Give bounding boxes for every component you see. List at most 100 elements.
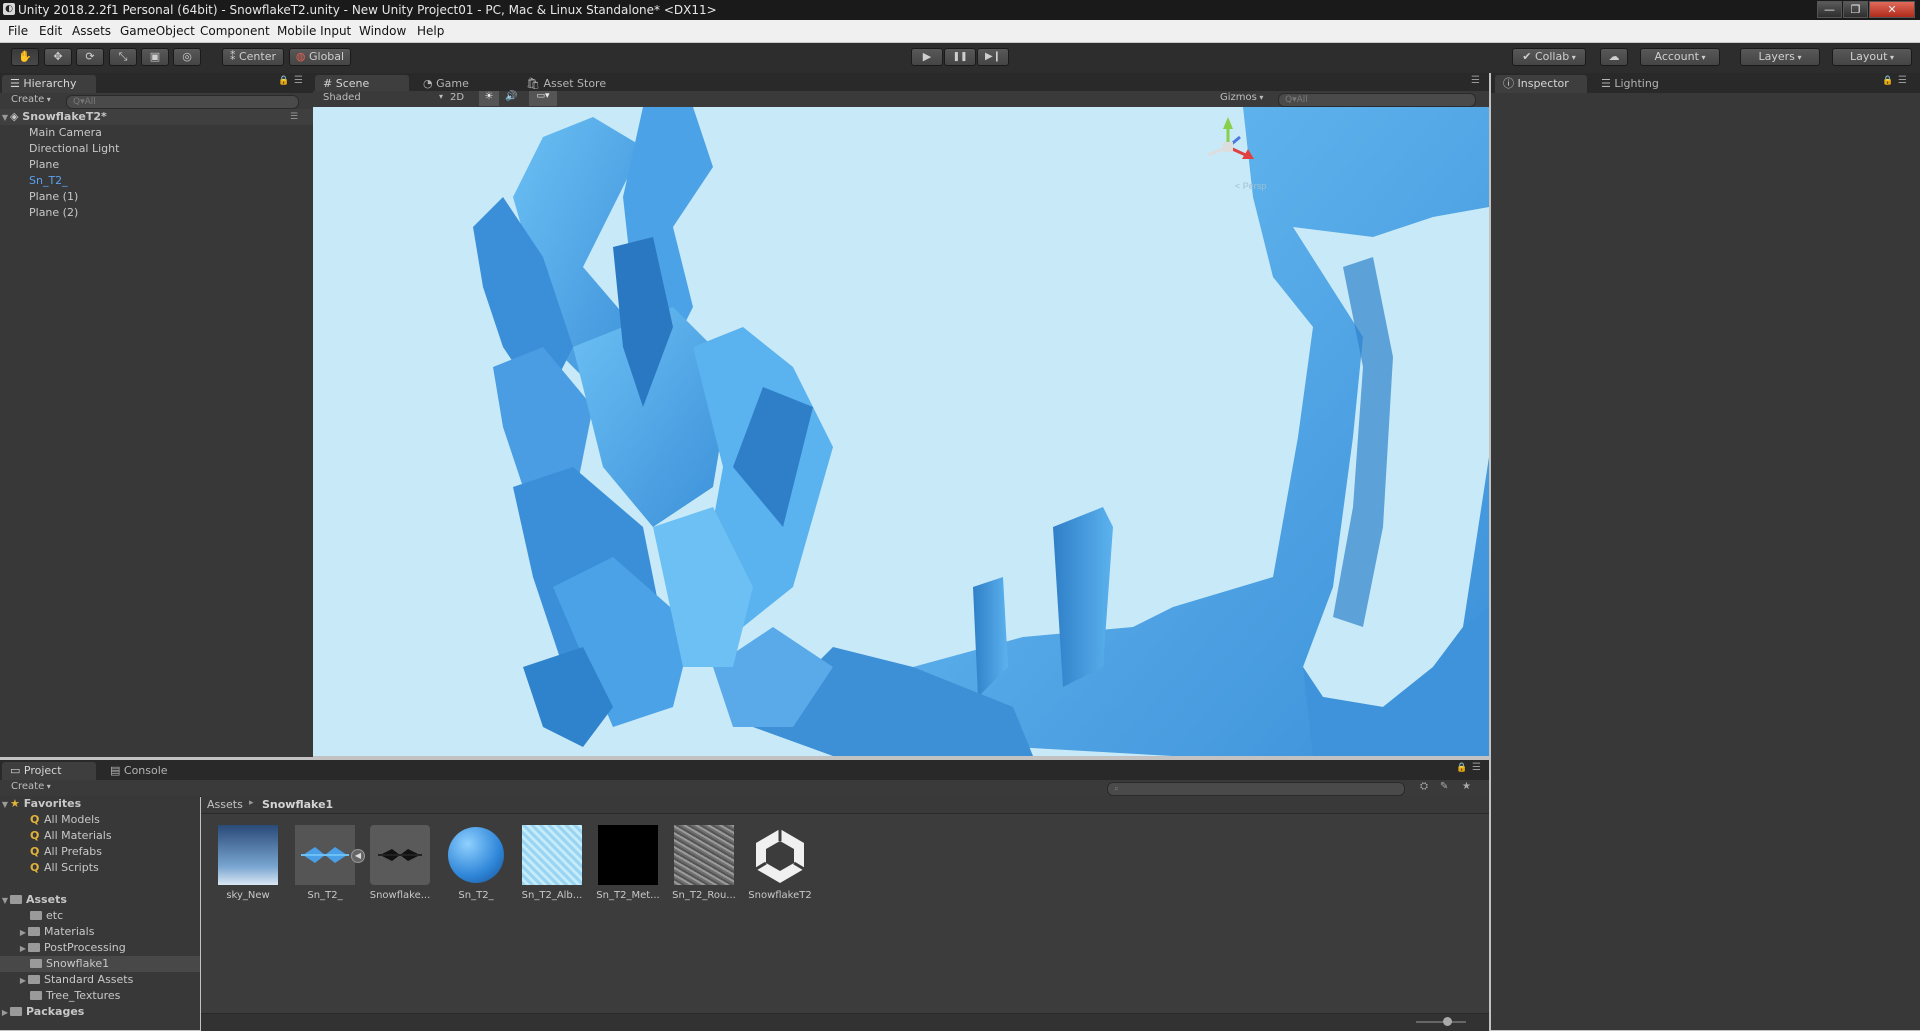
- folder-postprocessing[interactable]: ▶ PostProcessing: [0, 940, 218, 956]
- expand-arrow-icon[interactable]: ▶: [0, 1005, 10, 1021]
- layers-dropdown[interactable]: Layers: [1740, 48, 1820, 66]
- scene-menu-icon[interactable]: ☰: [290, 109, 298, 125]
- hierarchy-item-sn-t2[interactable]: Sn_T2_: [0, 173, 342, 189]
- space-toggle[interactable]: ◍ Global: [289, 48, 351, 66]
- menu-mobile-input[interactable]: Mobile Input: [277, 24, 351, 38]
- zoom-slider-handle[interactable]: [1443, 1017, 1452, 1026]
- tab-lighting[interactable]: ☰ Lighting: [1593, 75, 1675, 93]
- menu-component[interactable]: Component: [200, 24, 270, 38]
- menu-file[interactable]: File: [8, 24, 28, 38]
- scene-panel-menu-icon[interactable]: ☰: [1471, 75, 1480, 86]
- asset-sky-new-thumb[interactable]: [218, 825, 278, 885]
- hierarchy-search-input[interactable]: Q▾All: [66, 95, 299, 109]
- tab-console[interactable]: ▤ Console: [102, 762, 182, 780]
- favorites-header[interactable]: ▼ ★ Favorites: [0, 796, 200, 812]
- folder-snowflake1[interactable]: Snowflake1: [0, 956, 200, 972]
- hierarchy-create-button[interactable]: Create: [11, 94, 51, 105]
- menu-help[interactable]: Help: [417, 24, 444, 38]
- project-create-button[interactable]: Create: [11, 781, 51, 792]
- favorite-all-models[interactable]: Q All Models: [0, 812, 230, 828]
- asset-snowflake-mesh-thumb[interactable]: [370, 825, 430, 885]
- panel-menu-icon[interactable]: ☰: [294, 75, 303, 86]
- favorite-all-materials[interactable]: Q All Materials: [0, 828, 230, 844]
- effects-toggle-icon[interactable]: ▭▾: [529, 91, 557, 106]
- asset-snowflaket2-scene-thumb[interactable]: [750, 825, 810, 885]
- favorite-all-prefabs[interactable]: Q All Prefabs: [0, 844, 230, 860]
- hierarchy-item-main-camera[interactable]: Main Camera: [0, 125, 342, 141]
- tab-inspector-label: Inspector: [1517, 77, 1569, 90]
- audio-toggle-icon[interactable]: 🔊: [505, 91, 517, 102]
- close-button[interactable]: ✕: [1869, 1, 1915, 18]
- rotate-tool-button[interactable]: ⟳: [76, 48, 104, 66]
- step-button[interactable]: ▶❙: [977, 48, 1009, 66]
- expand-arrow-icon[interactable]: ▼: [0, 797, 10, 813]
- project-menu-icon[interactable]: ☰: [1472, 762, 1481, 773]
- asset-roughness-texture-thumb[interactable]: [674, 825, 734, 885]
- inspector-menu-icon[interactable]: ☰: [1898, 75, 1907, 86]
- tab-hierarchy[interactable]: ☰ Hierarchy: [2, 75, 96, 93]
- expand-arrow-icon[interactable]: ▶: [18, 925, 28, 941]
- minimize-button[interactable]: —: [1817, 1, 1842, 18]
- maximize-button[interactable]: ❐: [1843, 1, 1868, 18]
- filter-by-label-icon[interactable]: ✎: [1440, 781, 1448, 792]
- tab-game-label: Game: [436, 77, 469, 90]
- persp-label[interactable]: < Persp: [1235, 181, 1266, 191]
- assets-header[interactable]: ▼ Assets: [0, 892, 200, 908]
- collab-dropdown[interactable]: ✔ Collab: [1512, 48, 1586, 66]
- scale-tool-button[interactable]: ⤡: [109, 48, 137, 66]
- breadcrumb-snowflake1[interactable]: Snowflake1: [262, 798, 333, 811]
- layout-dropdown[interactable]: Layout: [1832, 48, 1912, 66]
- menu-edit[interactable]: Edit: [39, 24, 62, 38]
- scene-search-input[interactable]: Q▾All: [1278, 93, 1476, 107]
- expand-arrow-icon[interactable]: ▼: [0, 110, 10, 126]
- lock-icon[interactable]: 🔒: [278, 76, 289, 86]
- folder-materials[interactable]: ▶ Materials: [0, 924, 218, 940]
- tab-inspector[interactable]: ⓘ Inspector: [1495, 75, 1587, 93]
- info-icon: ⓘ: [1503, 77, 1518, 90]
- hierarchy-item-plane-1[interactable]: Plane (1): [0, 189, 342, 205]
- scene-viewport[interactable]: < Persp: [313, 107, 1489, 756]
- rect-tool-button[interactable]: ▣: [141, 48, 169, 66]
- asset-metallic-texture-thumb[interactable]: [598, 825, 658, 885]
- packages-header[interactable]: ▶ Packages: [0, 1004, 200, 1020]
- hand-tool-button[interactable]: ✋: [11, 48, 39, 66]
- folder-etc[interactable]: etc: [0, 908, 230, 924]
- hierarchy-item-plane-2[interactable]: Plane (2): [0, 205, 342, 221]
- project-search-input[interactable]: ⌕: [1107, 782, 1405, 796]
- zoom-slider-track[interactable]: [1416, 1021, 1466, 1023]
- transform-tool-button[interactable]: ◎: [173, 48, 201, 66]
- menu-window[interactable]: Window: [359, 24, 406, 38]
- pause-button[interactable]: ❚❚: [944, 48, 976, 66]
- hierarchy-item-directional-light[interactable]: Directional Light: [0, 141, 342, 157]
- folder-standard-assets[interactable]: ▶ Standard Assets: [0, 972, 218, 988]
- asset-sn-t2-model-thumb[interactable]: [295, 825, 355, 885]
- scene-root-row[interactable]: ▼ ◈ SnowflakeT2* ☰: [0, 109, 313, 125]
- expand-asset-arrow-icon[interactable]: ◀: [351, 849, 365, 863]
- cloud-button[interactable]: ☁: [1600, 48, 1628, 66]
- shading-mode-dropdown[interactable]: Shaded ▾: [323, 92, 443, 103]
- breadcrumb-assets[interactable]: Assets: [207, 798, 243, 811]
- favorite-star-icon[interactable]: ★: [1462, 781, 1471, 792]
- inspector-lock-icon[interactable]: 🔒: [1882, 76, 1893, 86]
- play-button[interactable]: ▶: [911, 48, 943, 66]
- move-tool-button[interactable]: ✥: [44, 48, 72, 66]
- asset-albedo-texture-thumb[interactable]: [522, 825, 582, 885]
- expand-arrow-icon[interactable]: ▼: [0, 893, 10, 909]
- pivot-toggle[interactable]: ⁑ Center: [222, 48, 284, 66]
- account-dropdown[interactable]: Account: [1640, 48, 1720, 66]
- filter-by-type-icon[interactable]: ⛭: [1420, 781, 1428, 792]
- project-lock-icon[interactable]: 🔒: [1456, 763, 1467, 773]
- lighting-toggle-icon[interactable]: ☀: [479, 91, 499, 106]
- expand-arrow-icon[interactable]: ▶: [18, 973, 28, 989]
- 2d-toggle[interactable]: 2D: [450, 92, 464, 103]
- expand-arrow-icon[interactable]: ▶: [18, 941, 28, 957]
- shading-mode-label: Shaded: [323, 92, 361, 103]
- menu-gameobject[interactable]: GameObject: [120, 24, 195, 38]
- favorite-all-scripts[interactable]: Q All Scripts: [0, 860, 230, 876]
- tab-project[interactable]: ▭ Project: [2, 762, 96, 780]
- folder-tree-textures[interactable]: Tree_Textures: [0, 988, 230, 1004]
- hierarchy-item-plane[interactable]: Plane: [0, 157, 342, 173]
- gizmos-dropdown[interactable]: Gizmos: [1220, 92, 1263, 103]
- asset-sn-t2-material-thumb[interactable]: [446, 825, 506, 885]
- menu-assets[interactable]: Assets: [72, 24, 111, 38]
